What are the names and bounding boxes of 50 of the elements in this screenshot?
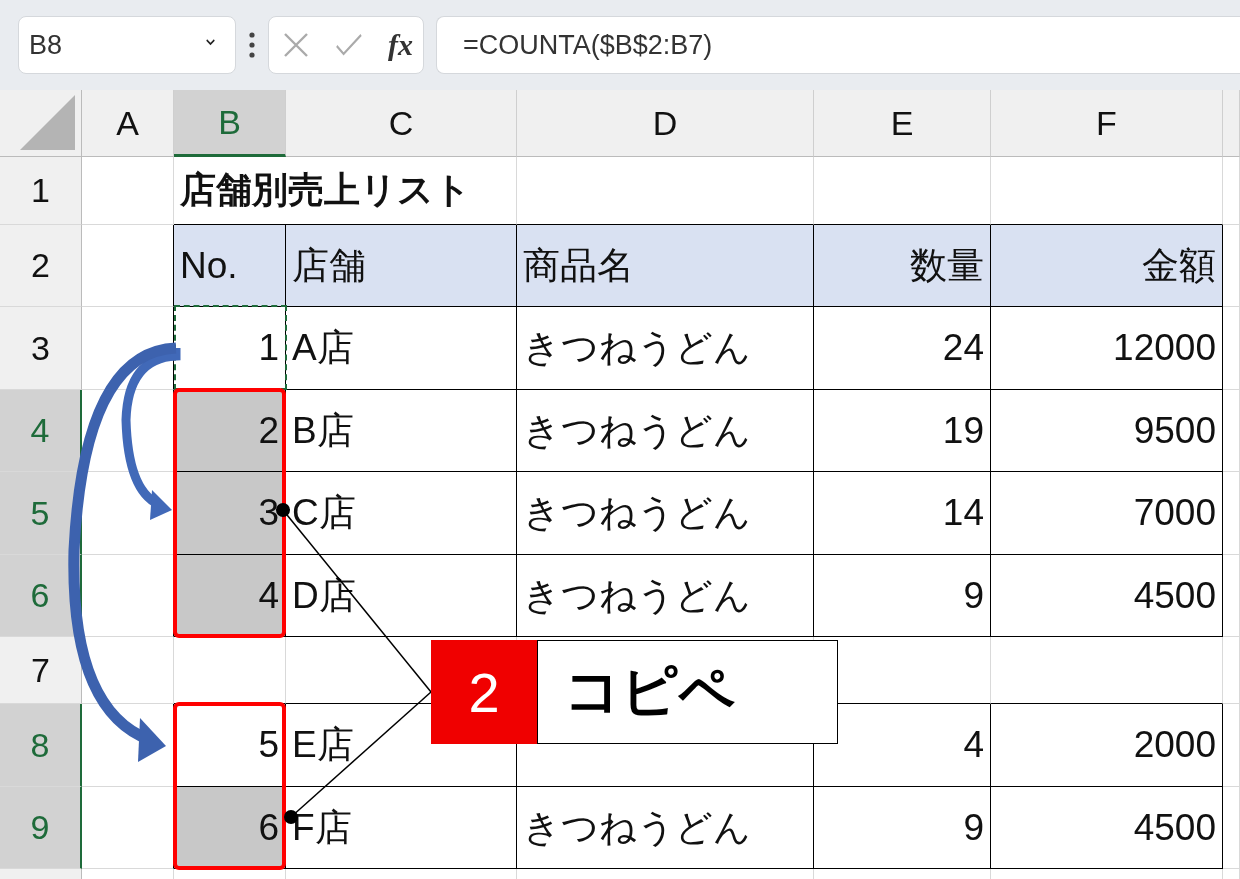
table-cell: きつねうどん bbox=[517, 555, 814, 637]
table-cell: 9 bbox=[814, 555, 991, 637]
cancel-icon[interactable] bbox=[283, 32, 309, 58]
table-cell: A店 bbox=[286, 307, 517, 390]
table-cell: 2 bbox=[174, 390, 286, 472]
table-cell: 4500 bbox=[991, 555, 1223, 637]
row-header[interactable]: 9 bbox=[0, 787, 82, 869]
table-cell: 12000 bbox=[991, 307, 1223, 390]
table-cell: D店 bbox=[286, 555, 517, 637]
column-header[interactable]: D bbox=[517, 90, 814, 157]
table-cell: 6 bbox=[174, 787, 286, 869]
column-heading-cell: 店舗 bbox=[286, 225, 517, 307]
step-number: 2 bbox=[431, 640, 537, 744]
column-heading-cell: 商品名 bbox=[517, 225, 814, 307]
column-header[interactable]: E bbox=[814, 90, 991, 157]
name-box[interactable]: B8 bbox=[18, 16, 236, 74]
table-cell: B店 bbox=[286, 390, 517, 472]
column-heading-cell: 金額 bbox=[991, 225, 1223, 307]
column-header[interactable]: C bbox=[286, 90, 517, 157]
vertical-dots-icon[interactable] bbox=[248, 32, 256, 58]
row-header[interactable]: 2 bbox=[0, 225, 82, 307]
column-header[interactable]: A bbox=[82, 90, 174, 157]
table-cell: 4 bbox=[174, 555, 286, 637]
empty-cell bbox=[1223, 637, 1240, 704]
select-all-icon[interactable] bbox=[20, 95, 75, 150]
column-heading-cell: No. bbox=[174, 225, 286, 307]
table-cell: 19 bbox=[814, 390, 991, 472]
formula-field[interactable]: =COUNTA($B$2:B7) bbox=[436, 16, 1240, 74]
table-cell: きつねうどん bbox=[517, 787, 814, 869]
table-cell: 9 bbox=[814, 787, 991, 869]
table-cell: 24 bbox=[814, 307, 991, 390]
table-cell: きつねうどん bbox=[517, 390, 814, 472]
row-header[interactable]: 3 bbox=[0, 307, 82, 390]
row-header[interactable]: 1 bbox=[0, 157, 82, 225]
insert-function-button[interactable]: fx bbox=[388, 28, 413, 62]
column-header[interactable]: F bbox=[991, 90, 1223, 157]
table-cell: きつねうどん bbox=[517, 472, 814, 555]
row-header[interactable]: 4 bbox=[0, 390, 82, 472]
table-cell: 7000 bbox=[991, 472, 1223, 555]
table-cell: 4500 bbox=[991, 787, 1223, 869]
row-header[interactable]: 8 bbox=[0, 704, 82, 787]
table-cell: きつねうどん bbox=[517, 307, 814, 390]
column-header[interactable]: B bbox=[174, 90, 286, 157]
table-cell: 14 bbox=[814, 472, 991, 555]
row-header[interactable]: 7 bbox=[0, 637, 82, 704]
callout-label: コピペ bbox=[537, 640, 838, 744]
table-cell: 1 bbox=[174, 307, 286, 390]
table-cell: 9500 bbox=[991, 390, 1223, 472]
table-cell: 2000 bbox=[991, 704, 1223, 787]
column-heading-cell: 数量 bbox=[814, 225, 991, 307]
